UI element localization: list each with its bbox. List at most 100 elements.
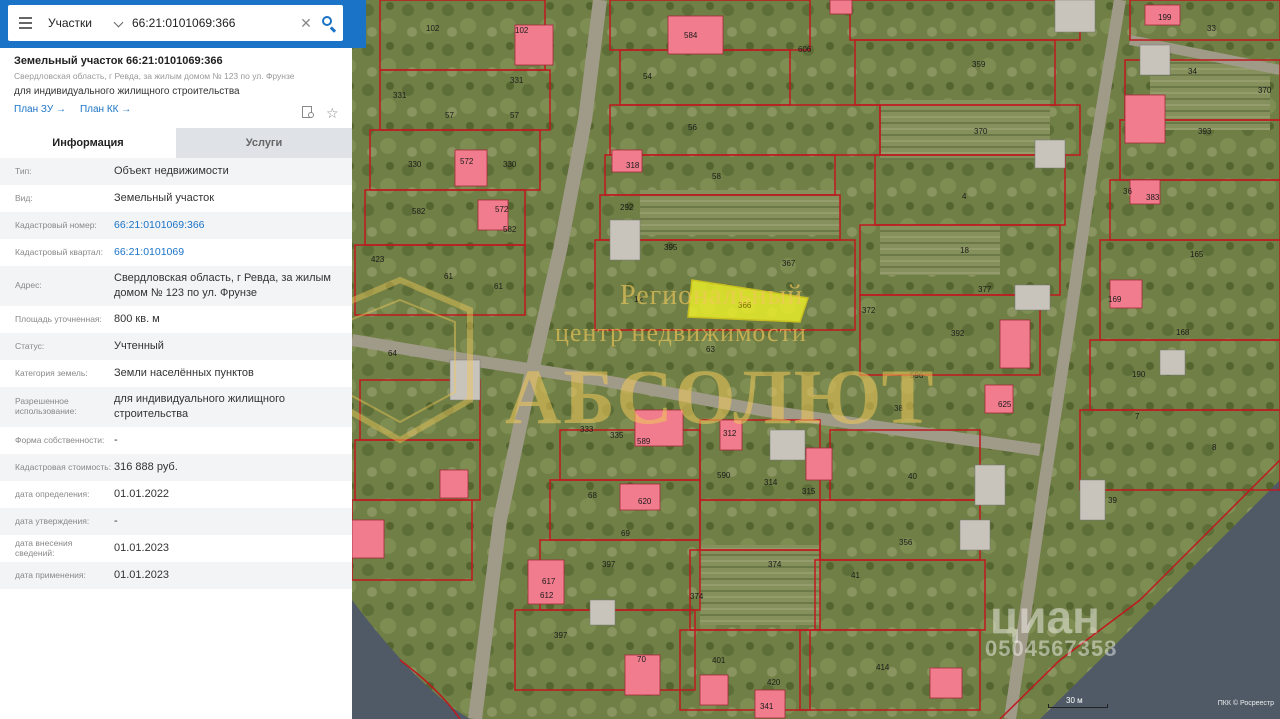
- plot-label: 314: [764, 478, 778, 487]
- property-value: 01.01.2023: [114, 542, 170, 555]
- tab-services[interactable]: Услуги: [176, 128, 352, 158]
- plot-label: 341: [760, 702, 774, 711]
- property-row: Вид: Земельный участок: [0, 185, 352, 212]
- plot-label: 330: [408, 160, 422, 169]
- property-key: дата определения:: [15, 488, 90, 499]
- plot-label: 168: [1176, 328, 1190, 337]
- plot-label: 330: [503, 160, 517, 169]
- plot-label: 68: [588, 491, 597, 500]
- plot-label: 4: [962, 192, 967, 201]
- scale-label: 30 м: [1066, 696, 1083, 705]
- zoom-to-object-icon[interactable]: [302, 106, 316, 120]
- plot-label: 41: [851, 571, 860, 580]
- property-value: Свердловская область, г Ревда, за жилым …: [114, 272, 331, 299]
- plot-label: 374: [690, 592, 704, 601]
- parcel-title: Земельный участок 66:21:0101069:366: [14, 55, 223, 67]
- plan-links: План ЗУ → План КК →: [14, 104, 338, 115]
- property-value: Учтенный: [114, 340, 164, 353]
- chevron-down-icon: [113, 17, 124, 28]
- plot-label: 584: [684, 31, 698, 40]
- plot-label: 318: [626, 161, 640, 170]
- garden-area: [640, 190, 840, 235]
- properties-table: Тип: Объект недвижимости Вид: Земельный …: [0, 158, 352, 589]
- search-bar: Участки ✕: [0, 0, 366, 48]
- plot-label: 169: [1108, 295, 1122, 304]
- panel-tabs: Информация Услуги: [0, 128, 352, 158]
- plot-label: 64: [388, 349, 397, 358]
- watermark-text: центр недвижимости: [555, 318, 807, 347]
- plot-label: 292: [620, 203, 634, 212]
- property-value: 01.01.2023: [114, 569, 170, 582]
- plot-label: 61: [444, 272, 453, 281]
- garden-area: [700, 545, 820, 625]
- plot-label: 606: [798, 45, 812, 54]
- plan-kk-link[interactable]: План КК →: [80, 104, 131, 115]
- star-icon[interactable]: ☆: [326, 106, 340, 120]
- category-select[interactable]: Участки: [42, 5, 128, 41]
- plot-label: 372: [862, 306, 876, 315]
- map-copyright: ПКК © Росреестр: [1217, 700, 1274, 707]
- plot-label: 57: [445, 111, 454, 120]
- plot-label: 374: [768, 560, 782, 569]
- property-key: Кадастровый номер:: [15, 219, 97, 230]
- property-key: дата внесения сведений:: [15, 537, 73, 558]
- property-row: Кадастровый квартал: 66:21:0101069: [0, 239, 352, 266]
- plot-label: 617: [542, 577, 556, 586]
- cadastral-number-link[interactable]: 66:21:0101069:366: [114, 218, 352, 232]
- plot-label: 40: [908, 472, 917, 481]
- property-value: 316 888 руб.: [114, 461, 178, 474]
- scale-bar: 30 м: [1048, 696, 1108, 708]
- close-icon[interactable]: ✕: [297, 15, 315, 32]
- plot-label: 331: [393, 91, 407, 100]
- plot-label: 69: [621, 529, 630, 538]
- watermark-text: АБСОЛЮТ: [505, 353, 936, 440]
- plot-label: 582: [503, 225, 517, 234]
- plot-label: 58: [712, 172, 721, 181]
- tab-information[interactable]: Информация: [0, 128, 176, 158]
- plot-label: 7: [1135, 412, 1140, 421]
- plot-label: 359: [972, 60, 986, 69]
- property-row: дата определения: 01.01.2022: [0, 481, 352, 508]
- plot-label: 370: [974, 127, 988, 136]
- property-key: Вид:: [15, 192, 33, 203]
- plot-label: 625: [998, 400, 1012, 409]
- plot-label: 397: [554, 631, 568, 640]
- property-row: Площадь уточненная: 800 кв. м: [0, 306, 352, 333]
- cian-phone-watermark: 0504567358: [985, 636, 1118, 661]
- plot-label: 377: [978, 285, 992, 294]
- plot-label: 414: [876, 663, 890, 672]
- property-row: Статус: Учтенный: [0, 333, 352, 360]
- property-key: Форма собственности:: [15, 434, 105, 445]
- plot-label: 370: [1258, 86, 1272, 95]
- plan-zu-link[interactable]: План ЗУ →: [14, 104, 66, 115]
- property-row: дата утверждения: -: [0, 508, 352, 535]
- plot-label: 315: [802, 487, 816, 496]
- property-row: Кадастровая стоимость: 316 888 руб.: [0, 454, 352, 481]
- watermark-text: Региональный: [620, 280, 804, 311]
- plot-label: 612: [540, 591, 554, 600]
- search-input[interactable]: [128, 5, 297, 41]
- plot-label: 102: [515, 26, 529, 35]
- menu-icon[interactable]: [8, 5, 42, 41]
- property-row: Разрешенное использование: для индивидуа…: [0, 387, 352, 427]
- plot-label: 582: [412, 207, 426, 216]
- property-key: Тип:: [15, 165, 32, 176]
- property-row: Кадастровый номер: 66:21:0101069:366: [0, 212, 352, 239]
- plot-label: 401: [712, 656, 726, 665]
- plot-label: 393: [1198, 127, 1212, 136]
- plot-label: 70: [637, 655, 646, 664]
- plot-label: 33: [1207, 24, 1216, 33]
- search-icon[interactable]: [315, 5, 343, 41]
- plot-label: 36: [1123, 187, 1132, 196]
- property-value: -: [114, 434, 118, 447]
- property-value: для индивидуального жилищного строительс…: [114, 393, 286, 420]
- property-key: Категория земель:: [15, 367, 88, 378]
- plot-label: 190: [1132, 370, 1146, 379]
- panel-header: Земельный участок 66:21:0101069:366 Свер…: [0, 48, 352, 128]
- cadastral-quarter-link[interactable]: 66:21:0101069: [114, 245, 352, 259]
- garden-area: [880, 225, 1000, 275]
- property-key: Разрешенное использование:: [15, 396, 77, 416]
- search-box: Участки ✕: [8, 5, 343, 41]
- property-key: Статус:: [15, 340, 45, 351]
- plot-label: 39: [1108, 496, 1117, 505]
